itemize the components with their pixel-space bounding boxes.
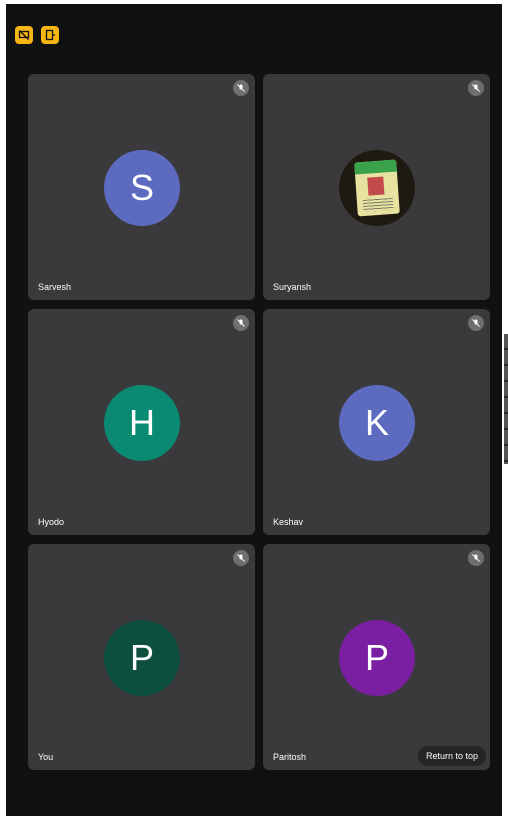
mic-off-icon — [233, 550, 249, 566]
scrollbar[interactable] — [504, 334, 508, 464]
mic-off-icon — [468, 550, 484, 566]
participant-tile[interactable]: P You — [28, 544, 255, 770]
avatar: K — [339, 385, 415, 461]
participant-tile[interactable]: K Keshav — [263, 309, 490, 535]
participant-tile[interactable]: P Paritosh Return to top — [263, 544, 490, 770]
participant-name: Hyodo — [38, 517, 65, 527]
meeting-screen: S Sarvesh Suryansh H Hyodo K Keshav P Yo… — [6, 4, 502, 816]
participant-name: Paritosh — [273, 752, 307, 762]
top-toolbar — [15, 26, 59, 44]
screen-share-off-icon[interactable] — [15, 26, 33, 44]
participant-name: Suryansh — [273, 282, 312, 292]
mic-off-icon — [468, 80, 484, 96]
participant-name: You — [38, 752, 54, 762]
avatar: H — [104, 385, 180, 461]
participant-tile[interactable]: Suryansh — [263, 74, 490, 300]
mic-off-icon — [233, 315, 249, 331]
participant-name: Keshav — [273, 517, 304, 527]
mic-off-icon — [233, 80, 249, 96]
mic-off-icon — [468, 315, 484, 331]
id-card-image — [354, 159, 400, 217]
participant-tile[interactable]: S Sarvesh — [28, 74, 255, 300]
avatar: S — [104, 150, 180, 226]
avatar: P — [339, 620, 415, 696]
return-to-top-button[interactable]: Return to top — [417, 746, 486, 766]
participant-tile[interactable]: H Hyodo — [28, 309, 255, 535]
avatar: P — [104, 620, 180, 696]
participant-name: Sarvesh — [38, 282, 72, 292]
exit-door-icon[interactable] — [41, 26, 59, 44]
avatar-photo — [339, 150, 415, 226]
